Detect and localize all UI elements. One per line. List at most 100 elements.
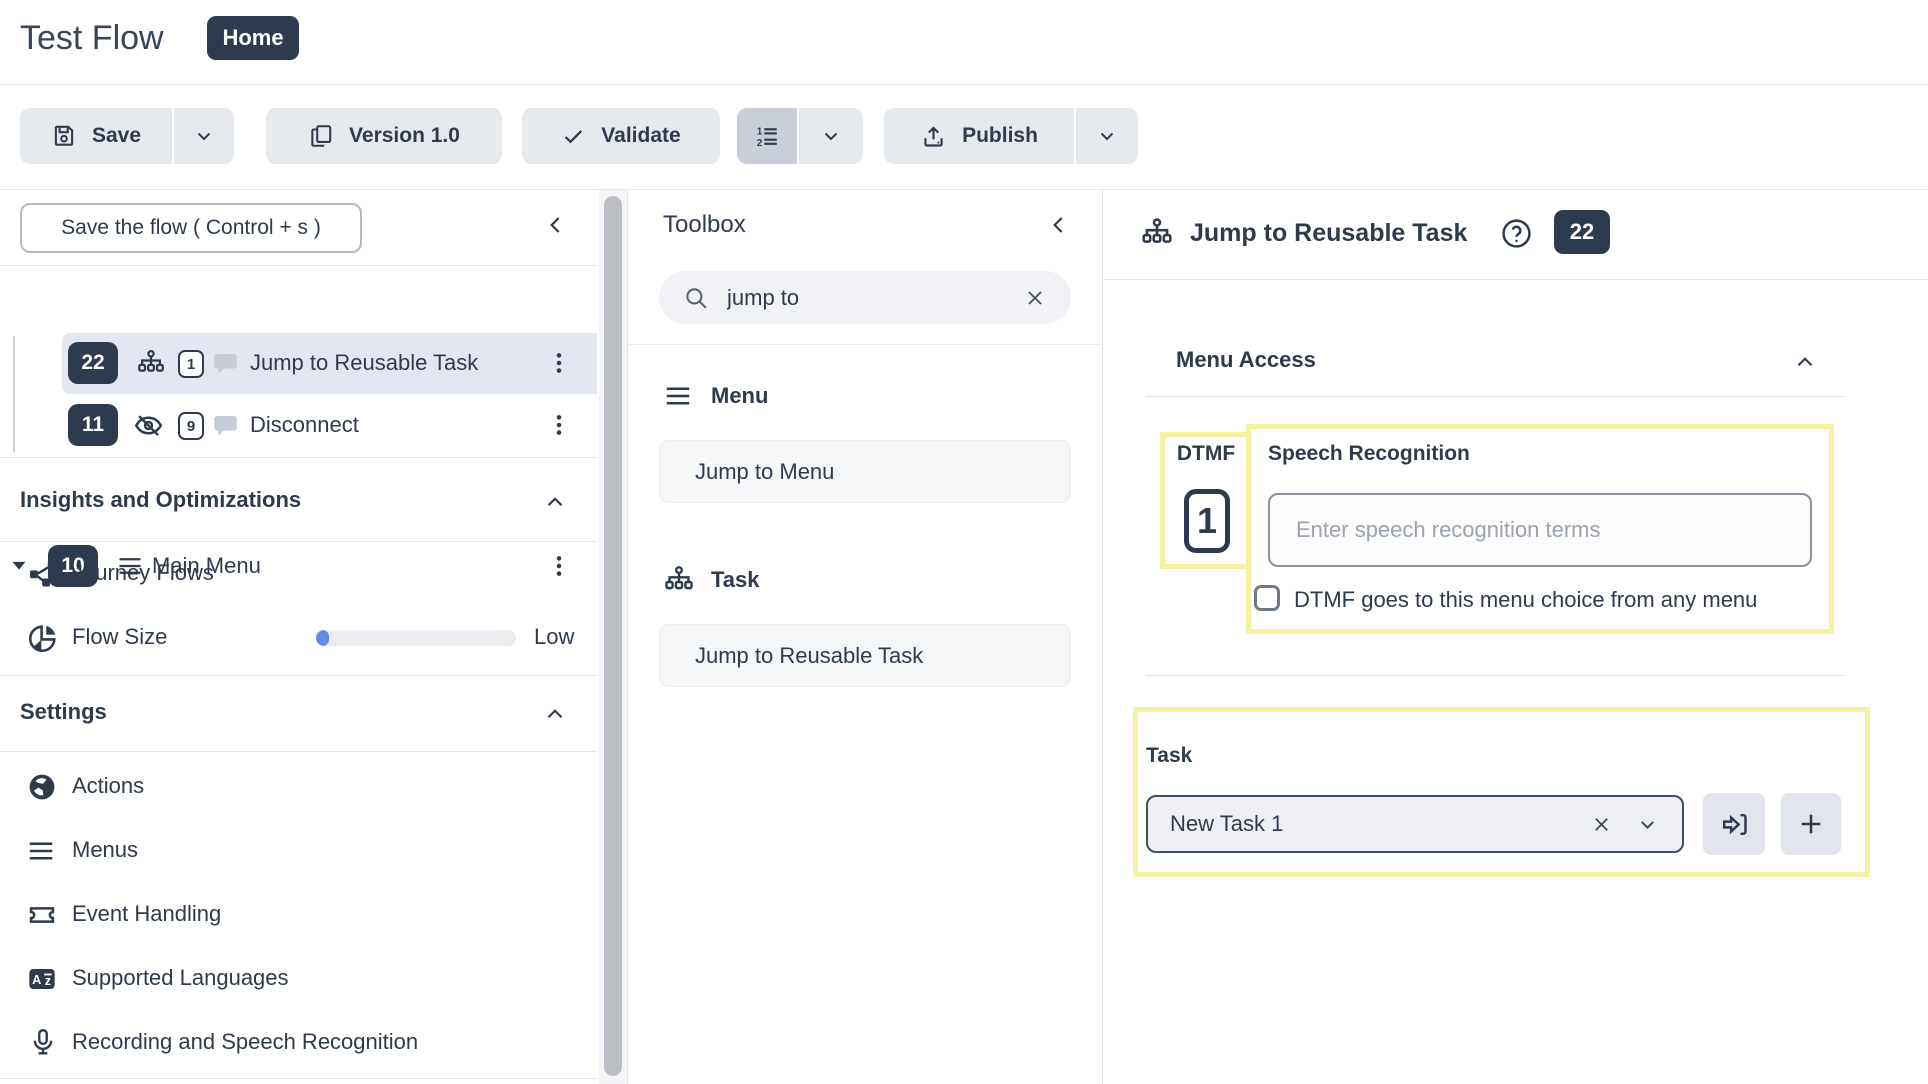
task-select-value: New Task 1 — [1170, 811, 1590, 837]
inspector-header-divider — [1103, 279, 1928, 280]
help-icon[interactable] — [1500, 217, 1533, 250]
toolbox-title: Toolbox — [663, 210, 746, 240]
sidebar-item-actions[interactable]: Actions — [0, 763, 597, 813]
speech-bubble-icon — [212, 412, 239, 439]
task-select[interactable]: New Task 1 — [1146, 795, 1684, 853]
add-task-button[interactable] — [1781, 793, 1841, 855]
left-panel-divider — [0, 265, 597, 266]
tree-row[interactable]: 10 Main Menu — [0, 267, 597, 332]
save-icon — [51, 123, 77, 149]
sitemap-icon — [663, 564, 695, 596]
upload-tray-icon — [920, 123, 947, 150]
settings-section-title: Settings — [20, 699, 107, 725]
home-badge[interactable]: Home — [207, 16, 299, 60]
save-button[interactable]: Save — [20, 108, 172, 164]
left-panel-divider — [0, 541, 597, 542]
sidebar-item-label: Recording and Speech Recognition — [72, 1029, 418, 1055]
row-menu-icon[interactable] — [546, 412, 572, 438]
search-input[interactable] — [725, 284, 1007, 312]
publish-button[interactable]: Publish — [884, 108, 1074, 164]
sitemap-icon — [136, 348, 166, 378]
dtmf-keycap[interactable]: 1 — [1184, 489, 1230, 553]
sitemap-icon — [1140, 216, 1174, 250]
tree-row-label: Disconnect — [250, 412, 359, 438]
sidebar-item-supported-languages[interactable]: A z Supported Languages — [0, 955, 597, 1005]
hamburger-icon — [26, 836, 56, 866]
save-dropdown-button[interactable] — [174, 108, 234, 164]
svg-text:A: A — [32, 973, 41, 987]
flow-order-dropdown-button[interactable] — [799, 108, 863, 164]
publish-dropdown-button[interactable] — [1076, 108, 1138, 164]
home-badge-label: Home — [222, 25, 283, 51]
dtmf-any-menu-checkbox[interactable] — [1254, 585, 1280, 611]
sidebar-item-menus[interactable]: Menus — [0, 827, 597, 877]
toolbox-item-label: Jump to Reusable Task — [695, 643, 923, 669]
flow-size-level: Low — [534, 624, 574, 650]
publish-button-label: Publish — [962, 124, 1038, 148]
tree-row-label: Jump to Reusable Task — [250, 350, 478, 376]
speech-recognition-input[interactable] — [1268, 493, 1812, 567]
chevron-down-icon — [192, 124, 216, 148]
toolbox-left-border — [627, 190, 628, 1084]
collapse-toolbox-icon[interactable] — [1046, 212, 1072, 238]
save-flow-button[interactable]: Save the flow ( Control + s ) — [20, 203, 362, 253]
sidebar-item-label: Flow Size — [72, 624, 167, 650]
translate-badge-icon: A z — [26, 963, 58, 995]
chevron-up-icon[interactable] — [542, 701, 568, 727]
clear-search-icon[interactable] — [1023, 286, 1047, 310]
eye-slash-icon — [133, 410, 164, 441]
version-button-label: Version 1.0 — [349, 124, 460, 148]
search-icon — [683, 285, 709, 311]
inspector-title: Jump to Reusable Task — [1190, 217, 1467, 249]
page-title: Test Flow — [20, 17, 164, 59]
svg-text:1: 1 — [757, 126, 763, 137]
menu-access-title: Menu Access — [1176, 347, 1316, 373]
chevron-down-icon[interactable] — [1635, 812, 1660, 837]
save-button-label: Save — [92, 124, 141, 148]
globe-icon — [26, 771, 58, 803]
sidebar-item-label: Menus — [72, 837, 138, 863]
svg-text:z: z — [45, 974, 51, 988]
chevron-down-icon — [1095, 124, 1119, 148]
chevron-up-icon[interactable] — [1792, 349, 1818, 375]
sidebar-item-flow-size[interactable]: Flow Size Low — [0, 613, 597, 663]
toolbox-item-label: Jump to Menu — [695, 459, 834, 485]
microphone-icon — [28, 1027, 58, 1057]
document-copy-icon — [308, 123, 334, 149]
toolbox-item-jump-to-menu[interactable]: Jump to Menu — [659, 440, 1071, 503]
flow-size-progress — [316, 630, 516, 646]
arrow-into-bracket-icon — [1719, 809, 1750, 840]
left-panel-divider — [0, 457, 597, 458]
pie-chart-icon — [26, 621, 60, 655]
sidebar-item-label: Actions — [72, 773, 144, 799]
version-button[interactable]: Version 1.0 — [266, 108, 502, 164]
toolbox-search[interactable] — [659, 271, 1071, 324]
toolbox-group-label: Task — [711, 567, 760, 593]
toolbox-divider — [628, 344, 1102, 345]
ticket-icon — [26, 899, 58, 931]
sidebar-item-recording-speech[interactable]: Recording and Speech Recognition — [0, 1019, 597, 1069]
row-menu-icon[interactable] — [546, 350, 572, 376]
clear-task-icon[interactable] — [1590, 813, 1613, 836]
toolbox-item-jump-to-reusable-task[interactable]: Jump to Reusable Task — [659, 624, 1071, 687]
chevron-up-icon[interactable] — [542, 489, 568, 515]
jump-into-task-button[interactable] — [1703, 793, 1765, 855]
scrollbar-thumb[interactable] — [604, 196, 622, 1076]
collapse-left-panel-icon[interactable] — [543, 212, 569, 238]
inspector-node-badge: 22 — [1554, 210, 1610, 254]
checkmark-icon — [561, 124, 586, 149]
flow-editor: Test Flow Home Save Version 1.0 Validate — [0, 0, 1928, 1084]
flow-size-progress-fill — [316, 630, 329, 646]
toolbox-group-label: Menu — [711, 383, 768, 409]
network-nodes-icon — [26, 557, 60, 591]
chevron-down-icon — [819, 124, 843, 148]
flow-order-button[interactable]: 1 2 — [737, 108, 797, 164]
validate-button-label: Validate — [601, 124, 680, 148]
node-number-badge: 11 — [68, 404, 118, 446]
dtmf-any-menu-checkbox-label[interactable]: DTMF goes to this menu choice from any m… — [1294, 587, 1757, 613]
dtmf-key-icon: 9 — [178, 412, 204, 440]
sidebar-item-journey-flows[interactable]: Journey Flows — [0, 549, 597, 599]
sidebar-item-label: Supported Languages — [72, 965, 289, 991]
validate-button[interactable]: Validate — [522, 108, 720, 164]
sidebar-item-event-handling[interactable]: Event Handling — [0, 891, 597, 941]
